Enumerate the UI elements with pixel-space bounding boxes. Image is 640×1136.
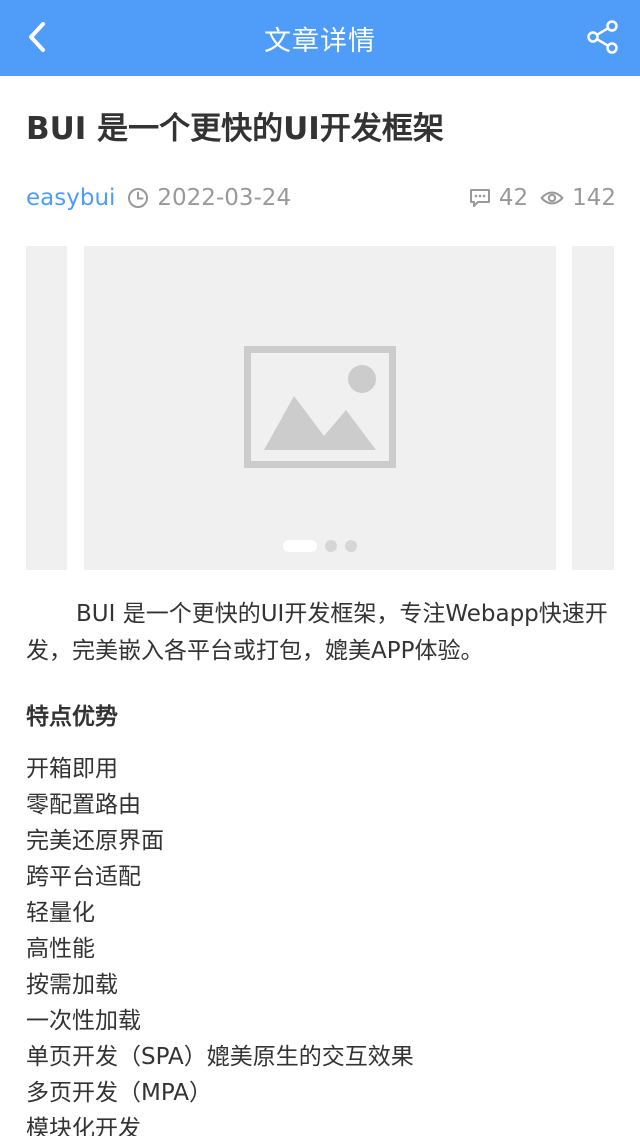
clock-icon: [128, 188, 149, 208]
view-count: 142: [540, 185, 616, 211]
top-navbar: 文章详情: [0, 0, 640, 76]
comment-icon: [469, 189, 490, 207]
list-item: 单页开发（SPA）媲美原生的交互效果: [26, 1044, 414, 1070]
article-title: BUI 是一个更快的UI开发框架: [26, 111, 444, 147]
chevron-left-icon: [29, 22, 45, 52]
article-meta: easybui 2022-03-24 42 142: [26, 180, 616, 216]
carousel-slide-prev[interactable]: [26, 246, 67, 570]
author-link[interactable]: easybui: [26, 185, 115, 211]
share-icon: [587, 20, 618, 54]
comment-count[interactable]: 42: [469, 185, 528, 211]
list-item: 按需加载: [26, 972, 118, 998]
view-count-text: 142: [572, 185, 616, 211]
carousel-dot-2[interactable]: [325, 540, 337, 552]
share-button[interactable]: [580, 14, 626, 60]
back-button[interactable]: [14, 14, 60, 60]
publish-date: 2022-03-24: [127, 185, 291, 211]
list-item: 模块化开发: [26, 1116, 141, 1136]
image-carousel[interactable]: [26, 246, 614, 570]
carousel-dot-1[interactable]: [283, 540, 317, 552]
list-item: 完美还原界面: [26, 828, 164, 854]
list-item: 轻量化: [26, 900, 95, 926]
article-intro: BUI 是一个更快的UI开发框架，专注Webapp快速开发，完美嵌入各平台或打包…: [26, 601, 608, 664]
list-item: 跨平台适配: [26, 864, 141, 890]
date-text: 2022-03-24: [157, 185, 292, 211]
list-item: 零配置路由: [26, 792, 141, 818]
carousel-slide-current[interactable]: [84, 246, 556, 570]
feature-list: 开箱即用 零配置路由 完美还原界面 跨平台适配 轻量化 高性能 按需加载 一次性…: [26, 751, 616, 1136]
page-title: 文章详情: [264, 25, 376, 57]
eye-icon: [540, 191, 564, 205]
carousel-slide-next[interactable]: [572, 246, 614, 570]
carousel-dot-3[interactable]: [345, 540, 357, 552]
list-item: 多页开发（MPA）: [26, 1080, 212, 1106]
section-title: 特点优势: [26, 704, 118, 730]
list-item: 高性能: [26, 936, 95, 962]
list-item: 一次性加载: [26, 1008, 141, 1034]
image-placeholder-icon: [244, 346, 396, 468]
comment-count-text: 42: [498, 185, 529, 211]
carousel-pagination: [84, 540, 556, 552]
list-item: 开箱即用: [26, 756, 118, 782]
